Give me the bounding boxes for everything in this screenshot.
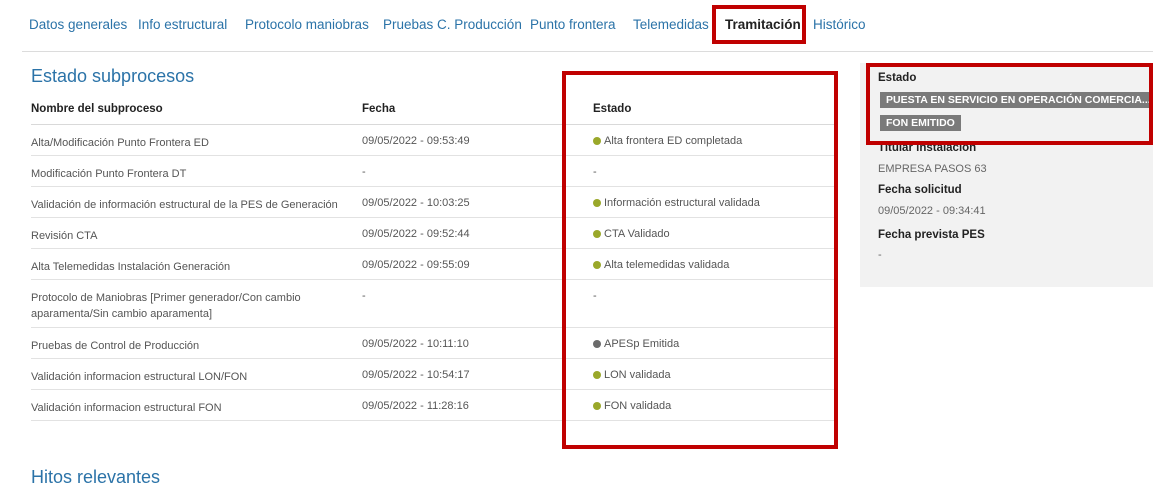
- subprocess-date: -: [362, 290, 366, 302]
- subprocess-date: 09/05/2022 - 09:55:09: [362, 259, 470, 271]
- subprocess-name: Modificación Punto Frontera DT: [31, 168, 187, 180]
- subprocess-name: Alta Telemedidas Instalación Generación: [31, 261, 231, 273]
- status-column-highlight-box: [562, 71, 838, 449]
- subprocess-name: Protocolo de Maniobras [Primer generador…: [31, 292, 301, 320]
- section-title-hitos-relevantes: Hitos relevantes: [31, 467, 161, 487]
- fecha-solicitud-value: 09/05/2022 - 09:34:41: [878, 205, 986, 217]
- subprocess-name: Revisión CTA: [31, 230, 98, 242]
- subprocess-name: Pruebas de Control de Producción: [31, 340, 200, 352]
- titular-value: EMPRESA PASOS 63: [878, 163, 987, 175]
- fecha-prevista-value: -: [878, 249, 882, 261]
- tab-highlight-box: [712, 5, 806, 44]
- header-date: Fecha: [362, 103, 396, 115]
- section-title-estado-subprocesos: Estado subprocesos: [31, 66, 195, 86]
- subprocess-date: 09/05/2022 - 09:52:44: [362, 228, 470, 240]
- tab-telemedidas[interactable]: Telemedidas: [633, 17, 709, 32]
- subprocess-name: Alta/Modificación Punto Frontera ED: [31, 137, 209, 149]
- tab-bar: Datos generales Info estructural Protoco…: [22, 0, 1153, 52]
- subprocess-date: 09/05/2022 - 10:11:10: [362, 338, 469, 350]
- estado-highlight-box: [866, 63, 1153, 145]
- fecha-prevista-label: Fecha prevista PES: [878, 229, 985, 241]
- subprocess-date: 09/05/2022 - 10:54:17: [362, 369, 470, 381]
- subprocess-date: 09/05/2022 - 09:53:49: [362, 135, 470, 147]
- subprocess-name: Validación de información estructural de…: [31, 199, 338, 211]
- subprocess-name: Validación informacion estructural FON: [31, 402, 222, 414]
- tab-punto-frontera[interactable]: Punto frontera: [530, 17, 616, 32]
- subprocess-date: 09/05/2022 - 11:28:16: [362, 400, 469, 412]
- tab-pruebas-c-produccion[interactable]: Pruebas C. Producción: [383, 17, 522, 32]
- fecha-solicitud-label: Fecha solicitud: [878, 184, 962, 196]
- tab-info-estructural[interactable]: Info estructural: [138, 17, 227, 32]
- header-name: Nombre del subproceso: [31, 103, 163, 115]
- tab-datos-generales[interactable]: Datos generales: [29, 17, 127, 32]
- tab-protocolo-maniobras[interactable]: Protocolo maniobras: [245, 17, 369, 32]
- tab-historico[interactable]: Histórico: [813, 17, 866, 32]
- subprocess-date: -: [362, 166, 366, 178]
- subprocess-name: Validación informacion estructural LON/F…: [31, 371, 248, 383]
- subprocess-date: 09/05/2022 - 10:03:25: [362, 197, 470, 209]
